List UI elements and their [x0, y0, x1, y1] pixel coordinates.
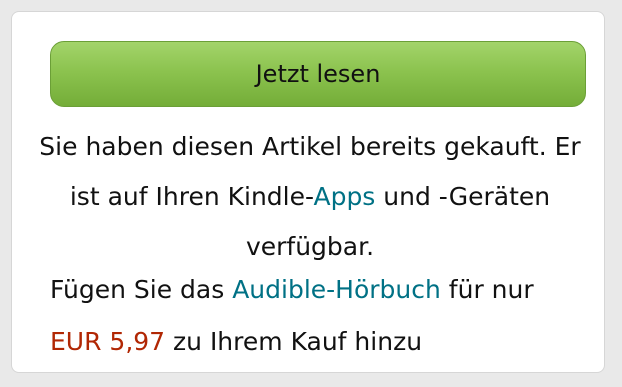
read-now-label: Jetzt lesen	[255, 60, 381, 88]
offer-suffix: zu Ihrem Kauf hinzu	[165, 327, 423, 356]
offer-prefix: Fügen Sie das	[50, 275, 233, 304]
audible-audiobook-link[interactable]: Audible-Hörbuch	[232, 275, 441, 304]
audible-offer: Fügen Sie das Audible-Hörbuch für nur EU…	[50, 264, 590, 368]
read-now-button[interactable]: Jetzt lesen	[50, 41, 586, 107]
offer-middle: für nur	[440, 275, 534, 304]
audible-price: EUR 5,97	[50, 327, 166, 356]
buy-box-panel: Jetzt lesen Sie haben diesen Artikel ber…	[11, 11, 605, 373]
kindle-apps-link[interactable]: Apps	[313, 182, 375, 211]
ownership-message: Sie haben diesen Artikel bereits gekauft…	[32, 122, 588, 272]
